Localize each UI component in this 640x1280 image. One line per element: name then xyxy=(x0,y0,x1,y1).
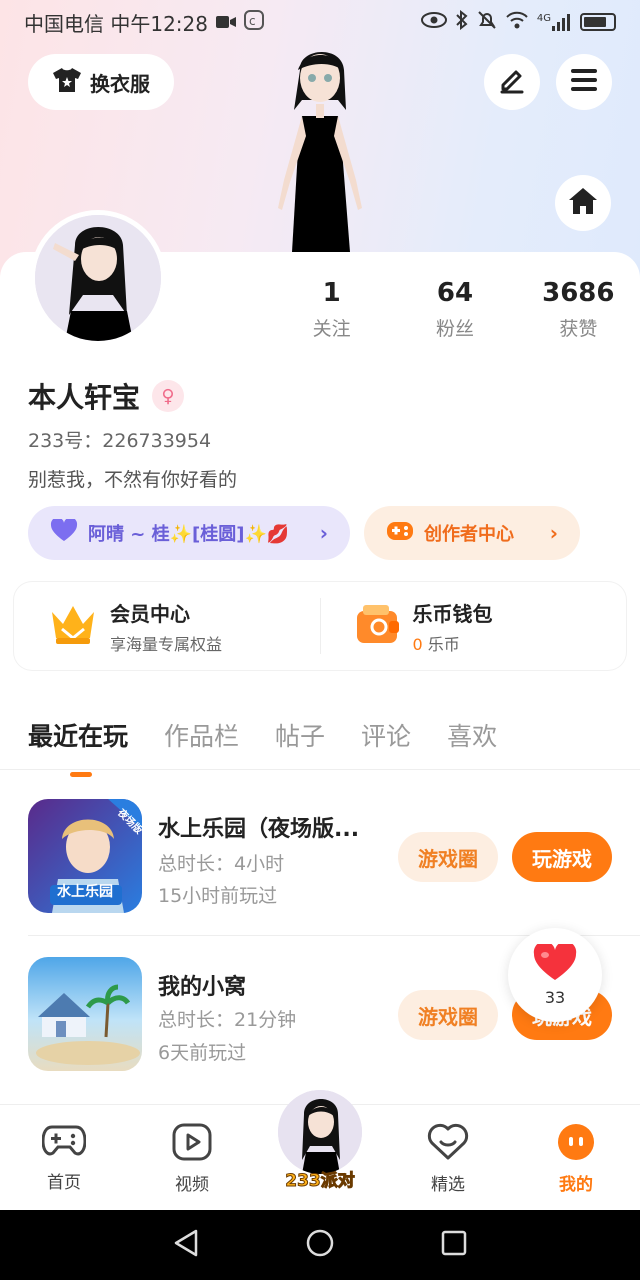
change-outfit-label: 换衣服 xyxy=(90,71,150,96)
game-last-played: 15小时前玩过 xyxy=(158,885,278,907)
stat-value: 1 xyxy=(322,278,341,308)
stat-label: 获赞 xyxy=(559,318,598,340)
avatar-character[interactable] xyxy=(258,40,382,252)
wallet-balance: 0 乐币 xyxy=(413,631,493,655)
user-bio: 别惹我，不然有你好看的 xyxy=(28,469,238,491)
tab-comments[interactable]: 评论 xyxy=(361,717,411,753)
signal-icon: 4G xyxy=(537,13,572,31)
game-title: 我的小窝 xyxy=(158,975,247,1000)
member-center-entry[interactable]: 会员中心 享海量专属权益 xyxy=(14,582,320,670)
tab-posts[interactable]: 帖子 xyxy=(275,717,325,753)
game-icon-water-park: 夜场版 水上乐园 xyxy=(28,799,142,913)
game-last-played: 6天前玩过 xyxy=(158,1042,247,1064)
system-nav-bar xyxy=(0,1210,640,1280)
wifi-icon xyxy=(505,11,529,34)
me-face-icon xyxy=(556,1123,596,1166)
member-center-title: 会员中心 xyxy=(110,601,190,626)
stat-value: 3686 xyxy=(542,278,615,308)
stat-likes[interactable]: 3686 获赞 xyxy=(517,278,640,341)
stat-fans[interactable]: 64 粉丝 xyxy=(393,278,516,341)
wallet-unit: 乐币 xyxy=(427,634,460,654)
wallet-entry[interactable]: 乐币钱包 0 乐币 xyxy=(321,582,627,670)
menu-button[interactable] xyxy=(556,54,612,110)
nav-featured[interactable]: 精选 xyxy=(384,1105,512,1210)
vip-panel: 会员中心 享海量专属权益 乐币钱包 0 乐币 xyxy=(14,582,626,670)
game-icon-caption: 水上乐园 xyxy=(57,884,113,900)
game-title: 水上乐园（夜场版... xyxy=(158,817,360,842)
status-bar: 中国电信 中午12:28 c 4G xyxy=(0,0,640,44)
carrier-time: 中国电信 中午12:28 xyxy=(24,11,208,36)
home-icon xyxy=(567,186,599,220)
hamburger-icon xyxy=(570,68,598,96)
play-game-button[interactable]: 玩游戏 xyxy=(512,832,612,882)
stat-value: 64 xyxy=(436,278,474,308)
heart-chat-icon xyxy=(426,1123,470,1166)
name-row: 本人轩宝 ♀ xyxy=(28,376,185,416)
stat-following[interactable]: 1 关注 xyxy=(270,278,393,341)
gamepad-orange-icon xyxy=(386,520,414,547)
wallet-icon xyxy=(355,603,401,649)
pencil-icon xyxy=(498,66,526,98)
change-outfit-button[interactable]: 换衣服 xyxy=(28,54,174,110)
nav-label: 视频 xyxy=(175,1175,209,1195)
chevron-right-icon: › xyxy=(319,521,328,545)
svg-text:c: c xyxy=(249,14,256,28)
tab-recent[interactable]: 最近在玩 xyxy=(28,717,128,777)
party-avatar[interactable] xyxy=(278,1090,362,1174)
home-circle-icon[interactable] xyxy=(305,1228,335,1262)
party-label: 233派对 xyxy=(285,1171,356,1192)
recents-square-icon[interactable] xyxy=(440,1229,468,1261)
crown-icon xyxy=(48,602,98,650)
member-center-subtitle: 享海量专属权益 xyxy=(110,634,223,654)
nav-home[interactable]: 首页 xyxy=(0,1105,128,1210)
game-icon-my-nest xyxy=(28,957,142,1071)
tab-likes[interactable]: 喜欢 xyxy=(447,717,497,753)
battery-icon xyxy=(580,13,616,31)
game-duration: 总时长：21分钟 xyxy=(158,1009,297,1031)
eye-icon xyxy=(420,11,447,33)
profile-avatar[interactable] xyxy=(30,210,166,346)
chevron-right-icon: › xyxy=(549,521,558,545)
purple-heart-icon xyxy=(50,516,78,548)
wallet-amount: 0 xyxy=(412,634,423,654)
female-icon: ♀ xyxy=(152,380,185,412)
wallet-title: 乐币钱包 xyxy=(412,601,493,626)
relationship-tag[interactable]: 阿晴 ~ 桂✨[桂圆]✨💋 › xyxy=(28,506,350,560)
video-record-icon xyxy=(216,10,236,34)
app-notify-icon: c xyxy=(244,9,264,35)
stat-label: 关注 xyxy=(312,318,351,340)
user-id: 233号：226733954 xyxy=(28,430,212,452)
nav-me[interactable]: 我的 xyxy=(512,1105,640,1210)
mute-bell-icon xyxy=(477,10,497,35)
game-circle-button[interactable]: 游戏圈 xyxy=(398,990,498,1040)
gamepad-icon xyxy=(41,1123,87,1164)
game-circle-button[interactable]: 游戏圈 xyxy=(398,832,498,882)
edit-profile-button[interactable] xyxy=(484,54,540,110)
back-triangle-icon[interactable] xyxy=(172,1228,200,1262)
user-name: 本人轩宝 xyxy=(28,381,141,414)
red-heart-icon xyxy=(533,940,577,986)
network-type: 4G xyxy=(536,13,551,24)
profile-stats: 1 关注 64 粉丝 3686 获赞 xyxy=(270,278,640,341)
nav-label: 精选 xyxy=(431,1175,465,1195)
nav-video[interactable]: 视频 xyxy=(128,1105,256,1210)
relationship-label: 阿晴 ~ 桂✨[桂圆]✨💋 xyxy=(88,524,290,545)
profile-tabs: 最近在玩 作品栏 帖子 评论 喜欢 xyxy=(0,700,640,777)
tab-works[interactable]: 作品栏 xyxy=(164,717,239,753)
creator-center-label: 创作者中心 xyxy=(424,524,514,545)
like-float-button[interactable]: 33 xyxy=(508,928,602,1022)
home-button[interactable] xyxy=(555,175,611,231)
creator-center-button[interactable]: 创作者中心 › xyxy=(364,506,580,560)
video-play-icon xyxy=(172,1123,212,1166)
like-count: 33 xyxy=(544,987,566,1007)
nav-label: 首页 xyxy=(47,1173,81,1193)
shirt-icon xyxy=(52,67,82,98)
bluetooth-icon xyxy=(455,9,469,35)
game-duration: 总时长：4小时 xyxy=(158,853,285,875)
nav-label: 我的 xyxy=(559,1175,593,1195)
stat-label: 粉丝 xyxy=(435,318,474,340)
